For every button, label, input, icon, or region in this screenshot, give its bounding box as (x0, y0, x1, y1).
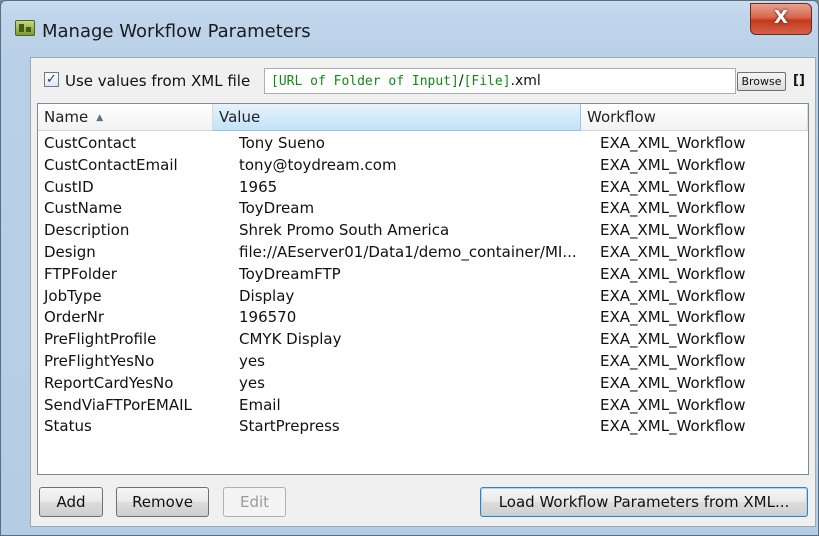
cell-name: CustContactEmail (44, 155, 178, 174)
path-token-folder: [URL of Folder of Input] (271, 74, 459, 89)
cell-name: ReportCardYesNo (44, 373, 174, 392)
xml-file-path-field[interactable]: [URL of Folder of Input]/[File].xml (264, 68, 736, 94)
cell-name: JobType (44, 286, 102, 305)
column-header-workflow-label: Workflow (587, 108, 656, 126)
cell-value: ToyDream (239, 199, 315, 218)
column-header-value-label: Value (219, 108, 261, 126)
cell-value: 196570 (239, 308, 297, 327)
table-body: CustContact Tony Sueno EXA_XML_Workflow Cus… (38, 133, 808, 438)
app-icon (15, 20, 35, 36)
load-parameters-from-xml-button[interactable]: Load Workflow Parameters from XML... (480, 487, 808, 517)
cell-workflow: EXA_XML_Workflow (600, 286, 746, 305)
table-row[interactable]: CustContactEmail tony@toydream.com EXA_XML… (38, 155, 808, 177)
cell-workflow: EXA_XML_Workflow (600, 199, 746, 218)
cell-workflow: EXA_XML_Workflow (600, 417, 746, 436)
cell-value: Shrek Promo South America (239, 221, 450, 240)
table-row[interactable]: CustContact Tony Sueno EXA_XML_Workflow (38, 133, 808, 155)
cell-value: Email (239, 395, 281, 414)
column-header-value[interactable]: Value (213, 104, 581, 131)
window-title: Manage Workflow Parameters (42, 21, 311, 42)
cell-value: ToyDreamFTP (239, 264, 341, 283)
cell-workflow: EXA_XML_Workflow (600, 351, 746, 370)
cell-value: yes (239, 351, 265, 370)
cell-value: Display (239, 286, 295, 305)
cell-workflow: EXA_XML_Workflow (600, 373, 746, 392)
cell-workflow: EXA_XML_Workflow (600, 134, 746, 152)
path-token-file: [File] (463, 74, 511, 89)
cell-workflow: EXA_XML_Workflow (600, 242, 746, 261)
xml-option-row: ✓ Use values from XML file [URL of Folde… (41, 68, 807, 94)
cell-name: CustID (44, 177, 94, 196)
table-row[interactable]: JobType Display EXA_XML_Workflow (38, 286, 808, 308)
table-row[interactable]: CustName ToyDream EXA_XML_Workflow (38, 198, 808, 220)
table-row[interactable]: ReportCardYesNo yes EXA_XML_Workflow (38, 373, 808, 395)
cell-workflow: EXA_XML_Workflow (600, 395, 746, 414)
cell-workflow: EXA_XML_Workflow (600, 308, 746, 327)
cell-workflow: EXA_XML_Workflow (600, 221, 746, 240)
remove-button[interactable]: Remove (116, 487, 209, 517)
title-bar[interactable]: Manage Workflow Parameters X (1, 1, 818, 51)
table-row[interactable]: Description Shrek Promo South America EXA_… (38, 220, 808, 242)
table-row[interactable]: PreFlightProfile CMYK Display EXA_XML_Work… (38, 329, 808, 351)
table-row[interactable]: PreFlightYesNo yes EXA_XML_Workflow (38, 351, 808, 373)
cell-name: CustContact (44, 134, 137, 152)
add-button[interactable]: Add (39, 487, 103, 517)
cell-name: SendViaFTPorEMAIL (44, 395, 192, 414)
cell-name: FTPFolder (44, 264, 117, 283)
use-xml-label: Use values from XML file (65, 72, 251, 90)
cell-value: tony@toydream.com (239, 155, 397, 174)
cell-value: yes (239, 373, 265, 392)
manage-workflow-parameters-dialog: Manage Workflow Parameters X ✓ Use value… (0, 0, 819, 536)
column-header-name-label: Name (44, 108, 89, 126)
insert-token-button[interactable]: [] (791, 71, 807, 91)
path-extension: .xml (510, 73, 541, 89)
table-header: Name ▲ Value Workflow (38, 104, 808, 131)
table-row[interactable]: CustID 1965 EXA_XML_Workflow (38, 177, 808, 199)
cell-name: OrderNr (44, 308, 105, 327)
parameters-table: Name ▲ Value Workflow CustContact Tony Sue… (37, 103, 809, 475)
use-xml-checkbox[interactable]: ✓ (44, 72, 59, 87)
table-row[interactable]: SendViaFTPorEMAIL Email EXA_XML_Workflow (38, 395, 808, 417)
cell-name: Description (44, 221, 130, 240)
table-row[interactable]: Design file://AEserver01/Data1/demo_conta… (38, 242, 808, 264)
cell-workflow: EXA_XML_Workflow (600, 264, 746, 283)
browse-button[interactable]: Browse (737, 72, 786, 91)
cell-name: CustName (44, 199, 122, 218)
cell-name: PreFlightYesNo (44, 351, 155, 370)
cell-name: Status (44, 417, 92, 436)
table-row[interactable]: FTPFolder ToyDreamFTP EXA_XML_Workflow (38, 264, 808, 286)
column-header-workflow[interactable]: Workflow (581, 104, 808, 131)
cell-workflow: EXA_XML_Workflow (600, 177, 746, 196)
dialog-content: ✓ Use values from XML file [URL of Folde… (30, 57, 816, 527)
cell-value: StartPrepress (239, 417, 340, 436)
cell-value: CMYK Display (239, 330, 342, 349)
cell-workflow: EXA_XML_Workflow (600, 155, 746, 174)
sort-ascending-icon: ▲ (96, 113, 104, 123)
cell-name: PreFlightProfile (44, 330, 157, 349)
table-row[interactable]: OrderNr 196570 EXA_XML_Workflow (38, 307, 808, 329)
edit-button[interactable]: Edit (223, 487, 286, 517)
cell-value: Tony Sueno (239, 134, 325, 152)
cell-name: Design (44, 242, 96, 261)
cell-value: file://AEserver01/Data1/demo_container/M… (239, 242, 577, 261)
close-button[interactable]: X (750, 3, 812, 35)
cell-value: 1965 (239, 177, 278, 196)
cell-workflow: EXA_XML_Workflow (600, 330, 746, 349)
table-row[interactable]: Status StartPrepress EXA_XML_Workflow (38, 416, 808, 438)
column-header-name[interactable]: Name ▲ (38, 104, 213, 131)
